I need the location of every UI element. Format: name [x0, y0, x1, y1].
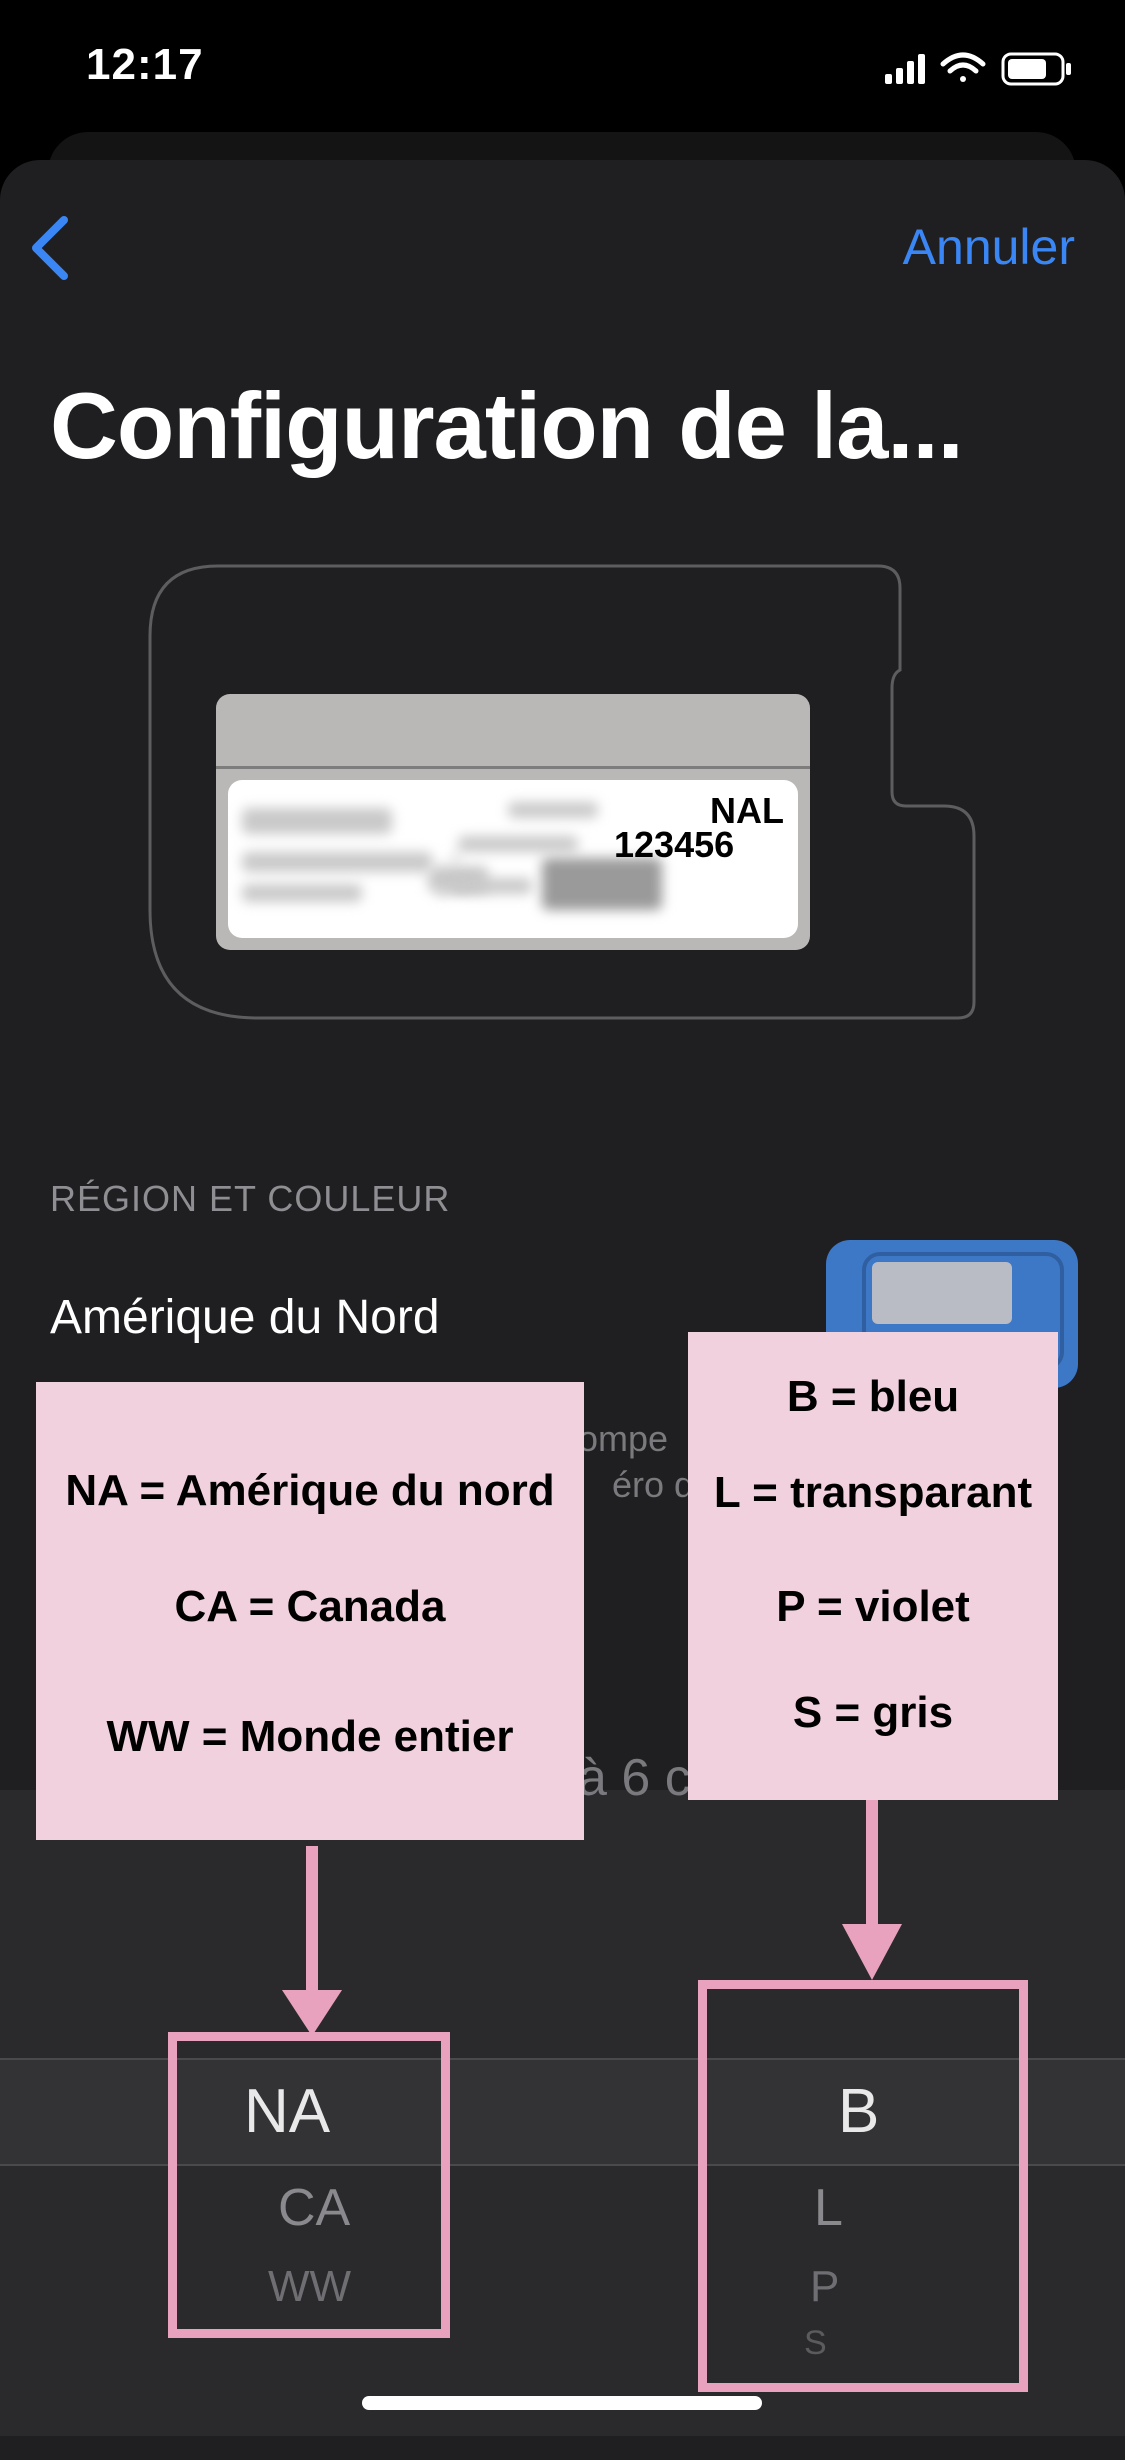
section-header: RÉGION ET COULEUR	[50, 1178, 451, 1219]
annotation-box-color-picker	[698, 1980, 1028, 2392]
annotation-note-color-codes: B = bleu L = transparant P = violet S = …	[688, 1332, 1058, 1800]
obscured-text: ompe	[578, 1418, 669, 1459]
home-indicator[interactable]	[362, 2396, 762, 2410]
cancel-button[interactable]: Annuler	[903, 218, 1075, 276]
region-value[interactable]: Amérique du Nord	[50, 1290, 440, 1345]
annotation-line: L = transparant	[713, 1468, 1033, 1517]
color-swatch-label	[872, 1262, 1012, 1324]
page-title: Configuration de la...	[50, 373, 964, 478]
annotation-arrow-head	[842, 1924, 902, 1980]
status-icons	[885, 52, 1071, 86]
annotation-box-region-picker	[168, 2032, 450, 2338]
annotation-line: CA = Canada	[174, 1582, 446, 1631]
signal-icon	[885, 54, 925, 84]
annotation-line: S = gris	[792, 1688, 954, 1737]
wifi-icon	[940, 52, 986, 82]
obscured-text: à 6 c	[578, 1749, 691, 1807]
label-divider	[216, 766, 810, 769]
annotation-line: B = bleu	[786, 1372, 960, 1421]
back-chevron-icon[interactable]	[20, 210, 80, 286]
annotation-line: P = violet	[776, 1582, 970, 1631]
annotation-arrow-shaft	[866, 1800, 878, 1940]
annotation-line: NA = Amérique du nord	[65, 1466, 555, 1515]
status-time: 12:17	[86, 40, 204, 89]
battery-icon	[1001, 52, 1071, 86]
annotation-arrow-head	[282, 1990, 342, 2036]
annotation-line: WW = Monde entier	[106, 1712, 514, 1761]
annotation-arrow-shaft	[306, 1846, 318, 2006]
label-code-number: 123456	[614, 824, 735, 865]
annotation-note-region-codes: NA = Amérique du nord CA = Canada WW = M…	[36, 1382, 584, 1840]
